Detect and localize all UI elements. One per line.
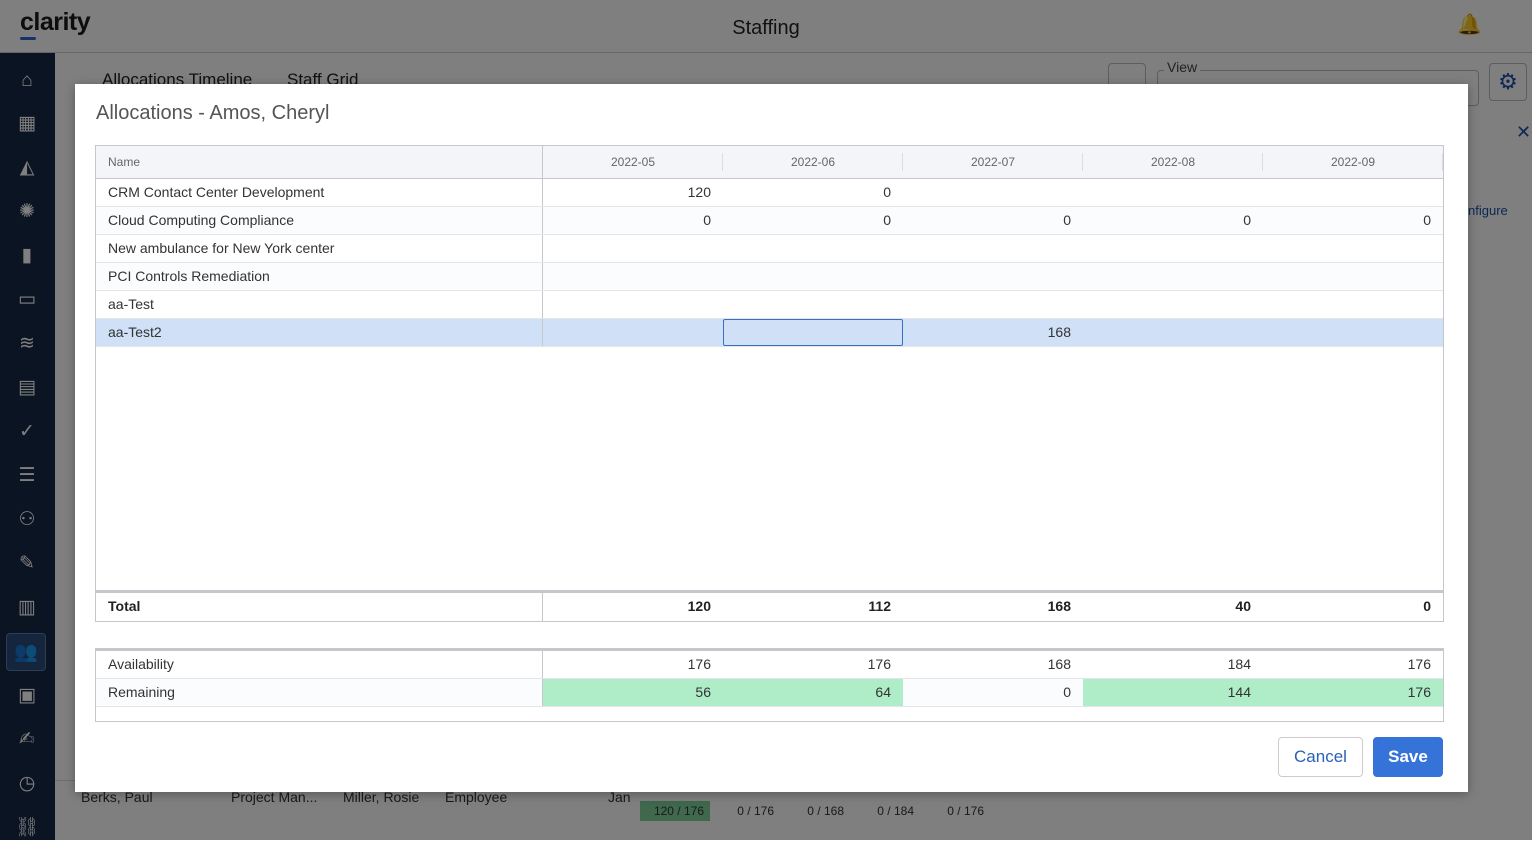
total-value: 168 <box>1047 598 1071 614</box>
allocation-cell[interactable] <box>723 235 903 262</box>
allocation-cell[interactable] <box>903 263 1083 290</box>
project-name: CRM Contact Center Development <box>96 179 543 206</box>
remaining-value: 176 <box>1263 679 1443 706</box>
availability-value: 176 <box>1407 656 1431 672</box>
column-header-month[interactable]: 2022-07 <box>903 146 1083 178</box>
allocation-cell[interactable] <box>1083 319 1263 346</box>
remaining-row: Remaining 56 64 0 144 176 <box>96 679 1443 707</box>
column-header-month[interactable]: 2022-06 <box>723 146 903 178</box>
allocation-cell[interactable] <box>1083 263 1263 290</box>
table-row[interactable]: CRM Contact Center Development 120 0 <box>96 179 1443 207</box>
column-header-month[interactable]: 2022-08 <box>1083 146 1263 178</box>
project-name: New ambulance for New York center <box>96 235 543 262</box>
total-label: Total <box>96 593 543 621</box>
grid-header: Name 2022-05 2022-06 2022-07 2022-08 2022-09 <box>96 146 1443 179</box>
allocation-cell[interactable] <box>723 263 903 290</box>
allocation-cell[interactable]: 168 <box>903 319 1083 346</box>
allocation-cell[interactable]: 0 <box>543 207 723 234</box>
allocation-cell[interactable] <box>1263 179 1443 206</box>
availability-row: Availability 176 176 168 184 176 <box>96 651 1443 679</box>
column-header-month[interactable]: 2022-09 <box>1263 146 1443 178</box>
project-name: Cloud Computing Compliance <box>96 207 543 234</box>
allocation-cell[interactable]: 0 <box>903 207 1083 234</box>
table-row[interactable]: aa-Test2 168 <box>96 319 1443 347</box>
allocation-input[interactable] <box>723 319 903 346</box>
allocation-cell[interactable] <box>1263 235 1443 262</box>
allocations-grid: Name 2022-05 2022-06 2022-07 2022-08 2022-09 C… <box>95 145 1444 622</box>
table-row[interactable]: PCI Controls Remediation <box>96 263 1443 291</box>
allocation-cell[interactable] <box>903 179 1083 206</box>
total-value: 112 <box>868 598 891 614</box>
allocation-cell[interactable] <box>1083 235 1263 262</box>
availability-value: 168 <box>1047 656 1071 672</box>
remaining-value: 0 <box>1063 684 1071 700</box>
cancel-button[interactable]: Cancel <box>1278 737 1363 777</box>
allocation-cell[interactable]: 0 <box>1263 207 1443 234</box>
column-header-month[interactable]: 2022-05 <box>543 146 723 178</box>
allocation-cell[interactable]: 0 <box>1083 207 1263 234</box>
allocation-cell[interactable] <box>543 235 723 262</box>
allocation-cell[interactable] <box>723 291 903 318</box>
total-row: Total 120 112 168 40 0 <box>95 590 1444 622</box>
remaining-value: 144 <box>1083 679 1263 706</box>
allocation-cell[interactable]: 0 <box>723 207 903 234</box>
allocations-dialog: Allocations - Amos, Cheryl Name 2022-05 20… <box>75 84 1468 792</box>
allocation-cell[interactable] <box>903 235 1083 262</box>
allocation-cell[interactable]: 120 <box>543 179 723 206</box>
remaining-value: 64 <box>723 679 903 706</box>
availability-value: 176 <box>687 656 711 672</box>
column-header-name[interactable]: Name <box>96 146 543 178</box>
availability-value: 184 <box>1227 656 1251 672</box>
table-row[interactable]: aa-Test <box>96 291 1443 319</box>
summary-table: Availability 176 176 168 184 176 Remaining 56 64… <box>95 648 1444 722</box>
allocation-cell[interactable] <box>1263 319 1443 346</box>
remaining-label: Remaining <box>96 679 543 706</box>
project-name: aa-Test2 <box>96 319 543 346</box>
project-name: PCI Controls Remediation <box>96 263 543 290</box>
allocation-cell[interactable] <box>543 319 723 346</box>
project-name: aa-Test <box>96 291 543 318</box>
dialog-title: Allocations - Amos, Cheryl <box>96 102 330 124</box>
availability-value: 176 <box>867 656 891 672</box>
table-row[interactable]: New ambulance for New York center <box>96 235 1443 263</box>
total-value: 40 <box>1235 598 1251 614</box>
total-value: 0 <box>1423 598 1431 614</box>
allocation-cell[interactable] <box>543 263 723 290</box>
save-button[interactable]: Save <box>1373 737 1443 777</box>
allocation-cell[interactable] <box>1263 291 1443 318</box>
allocation-cell[interactable] <box>903 291 1083 318</box>
remaining-value: 56 <box>543 679 723 706</box>
table-row[interactable]: Cloud Computing Compliance 0 0 0 0 0 <box>96 207 1443 235</box>
allocation-cell[interactable] <box>1083 179 1263 206</box>
availability-label: Availability <box>96 651 543 678</box>
allocation-cell[interactable] <box>1263 263 1443 290</box>
total-value: 120 <box>687 598 711 614</box>
allocation-cell[interactable] <box>543 291 723 318</box>
allocation-cell[interactable]: 0 <box>723 179 903 206</box>
allocation-cell[interactable] <box>1083 291 1263 318</box>
